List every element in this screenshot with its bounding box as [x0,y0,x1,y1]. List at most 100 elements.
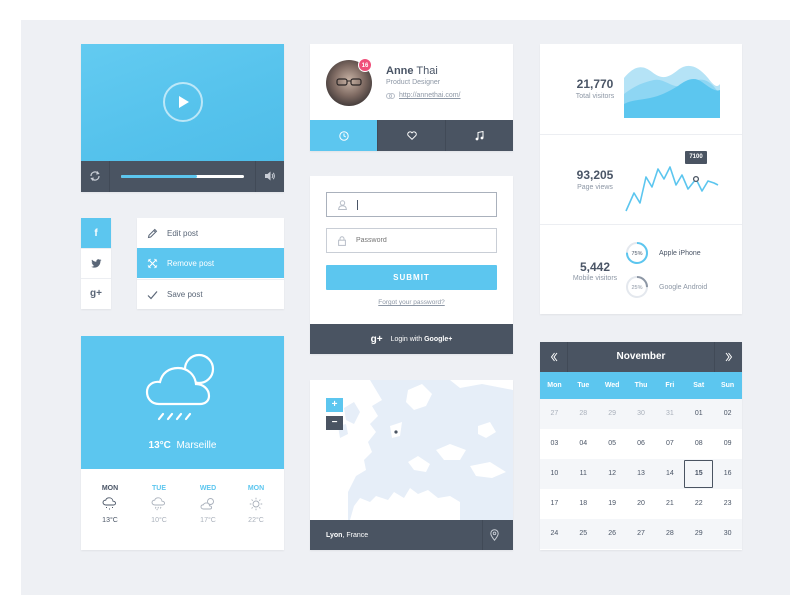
twitter-icon [90,259,101,268]
forecast-day-name: MON [101,485,119,492]
calendar-day[interactable]: 29 [684,519,713,549]
calendar-day[interactable]: 25 [569,519,598,549]
mobile-visitors-label: Mobile visitors [572,275,618,282]
partly-cloudy-icon [200,498,214,510]
calendar-day[interactable]: 27 [540,399,569,429]
google-plus-icon: g+ [370,333,383,345]
play-button[interactable] [163,82,203,122]
link-icon [386,92,395,99]
forecast-day: TUE 10°C [136,485,182,524]
calendar-day-selected[interactable]: 15 [684,459,714,489]
calendar-day[interactable]: 01 [684,399,713,429]
divider [109,161,110,192]
notification-badge[interactable]: 16 [358,58,372,72]
calendar-day[interactable]: 24 [540,519,569,549]
calendar-day[interactable]: 18 [569,489,598,519]
total-visitors-label: Total visitors [575,93,615,100]
chevron-right-icon [725,352,733,362]
twitter-button[interactable] [81,248,111,278]
weekday-label: Sat [693,382,705,389]
replay-button[interactable] [81,161,109,192]
tab-activity[interactable] [310,120,377,151]
donut-percent-iphone: 75% [631,251,642,257]
text-cursor [357,199,358,210]
calendar-day[interactable]: 13 [627,459,656,489]
page-views-line-chart [625,166,719,212]
google-login-button[interactable]: g+ Login with Google+ [310,324,513,354]
social-buttons: f g+ [81,218,111,309]
calendar-day[interactable]: 08 [684,429,713,459]
forgot-password-link[interactable]: Forgot your password? [310,299,513,306]
profile-role: Product Designer [386,79,441,86]
calendar-day[interactable]: 19 [598,489,627,519]
location-pin-icon[interactable] [490,529,499,541]
forecast-day-name: MON [247,485,265,492]
calendar-day[interactable]: 30 [713,519,742,549]
cloudy-snow-icon [102,497,116,510]
calendar-day[interactable]: 28 [655,519,684,549]
next-month-button[interactable] [714,342,742,372]
calendar-widget: November Mon Tue Wed Thu Fri Sat Sun 27 28 29 30 3… [540,342,742,550]
calendar-day[interactable]: 16 [713,459,742,489]
tab-favorites[interactable] [377,120,445,151]
calendar-day[interactable]: 22 [684,489,713,519]
submit-button[interactable]: SUBMIT [326,265,497,290]
calendar-day[interactable]: 06 [627,429,656,459]
calendar-day[interactable]: 05 [598,429,627,459]
calendar-day[interactable]: 03 [540,429,569,459]
calendar-day[interactable]: 11 [569,459,598,489]
calendar-week-row: 10 11 12 13 14 15 16 [540,459,742,489]
profile-link-text: http://annethai.com/ [399,92,461,99]
volume-button[interactable] [256,161,284,192]
calendar-day[interactable]: 28 [569,399,598,429]
remove-post-item[interactable]: Remove post [137,248,284,278]
calendar-day[interactable]: 02 [713,399,742,429]
calendar-day[interactable]: 04 [569,429,598,459]
remove-icon [147,258,158,268]
chart-point-marker[interactable] [692,175,700,183]
weather-location: 13°C Marseille [81,440,284,451]
chevron-left-icon [550,352,558,362]
mobile-visitors-row: 5,442 Mobile visitors 75% Apple iPhone 2… [540,224,742,314]
calendar-day[interactable]: 14 [655,459,684,489]
password-field[interactable] [326,228,497,253]
username-input[interactable] [368,201,488,208]
calendar-day[interactable]: 26 [598,519,627,549]
calendar-day[interactable]: 10 [540,459,569,489]
save-post-item[interactable]: Save post [137,279,284,309]
profile-link[interactable]: http://annethai.com/ [386,92,460,99]
google-plus-button[interactable]: g+ [81,278,111,308]
calendar-day[interactable]: 30 [627,399,656,429]
mobile-visitors-value: 5,442 [579,260,611,274]
calendar-week-row: 27 28 29 30 31 01 02 [540,399,742,429]
calendar-day[interactable]: 21 [655,489,684,519]
calendar-day[interactable]: 31 [655,399,684,429]
facebook-icon: f [94,227,98,239]
zoom-out-button[interactable]: − [326,416,343,430]
google-plus-icon: g+ [90,288,102,299]
location-marker[interactable] [394,430,398,434]
calendar-day[interactable]: 27 [627,519,656,549]
calendar-day[interactable]: 12 [598,459,627,489]
facebook-button[interactable]: f [81,218,111,248]
donut-label-android: Google Android [659,283,708,291]
calendar-day[interactable]: 09 [713,429,742,459]
calendar-day[interactable]: 20 [627,489,656,519]
calendar-day[interactable]: 07 [655,429,684,459]
calendar-day[interactable]: 23 [713,489,742,519]
password-input[interactable] [356,237,476,244]
map-country: , France [342,531,369,539]
username-field[interactable] [326,192,497,217]
calendar-day[interactable]: 29 [598,399,627,429]
forecast-temp: 22°C [248,517,264,524]
prev-month-button[interactable] [540,342,568,372]
tab-music[interactable] [445,120,513,151]
edit-post-item[interactable]: Edit post [137,218,284,248]
video-progress-bar[interactable] [121,175,244,178]
cloud-rain-icon [151,497,165,511]
calendar-week-row: 24 25 26 27 28 29 30 [540,519,742,549]
calendar-month: November [616,351,666,362]
calendar-day[interactable]: 17 [540,489,569,519]
forecast-temp: 10°C [151,517,167,524]
zoom-in-button[interactable]: + [326,398,343,412]
